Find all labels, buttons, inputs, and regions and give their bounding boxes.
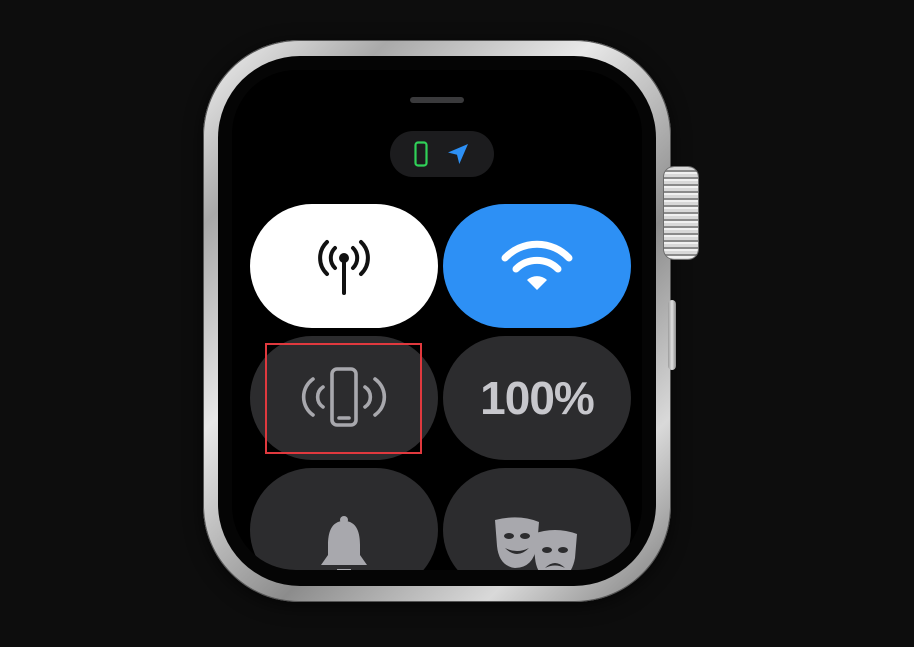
watch-screen: 100% [232, 70, 642, 570]
location-arrow-icon [448, 144, 468, 164]
side-button[interactable] [668, 300, 676, 370]
control-center-grabber[interactable] [410, 97, 464, 103]
battery-percentage-label: 100% [480, 372, 595, 424]
phone-connected-icon [414, 141, 428, 167]
digital-crown[interactable] [664, 167, 698, 259]
wifi-icon [501, 240, 573, 290]
battery-percentage-button[interactable]: 100% [443, 336, 631, 460]
highlight-box [265, 343, 422, 454]
theater-mode-toggle[interactable] [443, 468, 631, 570]
silent-mode-toggle[interactable] [250, 468, 438, 570]
wifi-toggle[interactable] [443, 204, 631, 328]
cellular-antenna-icon [318, 240, 370, 295]
theater-masks-icon [495, 517, 577, 570]
status-indicator-pill [390, 131, 494, 177]
cellular-toggle[interactable] [250, 204, 438, 328]
bell-icon [321, 516, 367, 570]
